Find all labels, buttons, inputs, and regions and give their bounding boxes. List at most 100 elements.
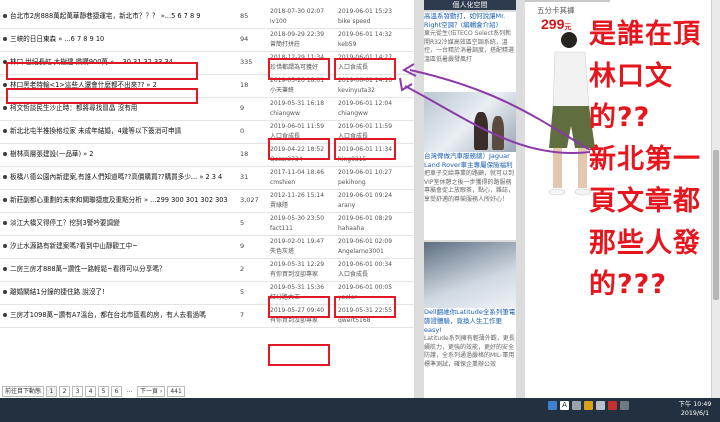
last-reply-author[interactable]: kevinyuta32 <box>338 86 404 96</box>
thread-title[interactable]: 淡江大橋又得停工？挖到3警吟要調變 <box>10 218 232 228</box>
post-author[interactable]: cmshien <box>270 178 334 188</box>
pagination-button[interactable]: 5 <box>98 385 110 397</box>
ad-title-car[interactable]: 台灣俾做汽車服務總）Jaguar Land Rover車主專屬保險福利 <box>424 152 516 170</box>
forum-thread-list: 台北市2房888萬起萬華靜巷捷運宅，新北市？？？ »...5 6 7 8 9 85… <box>0 0 414 398</box>
post-author[interactable]: 小天筆終 <box>270 86 334 96</box>
thread-row[interactable]: 離婚關結1分鐘的捷住路 說沒了! 5 2019-05-31 15:36 紅分路大王 20… <box>0 282 414 305</box>
post-author[interactable]: 珍惜都謂為可獲好 <box>270 63 334 73</box>
thread-title[interactable]: 新北北屯半推換格垃家 未成年結婚，4幾等以下簽消可申請 <box>10 126 232 136</box>
pagination-button[interactable]: 1 <box>46 385 58 397</box>
thread-row[interactable]: 台北市2房888萬起萬華靜巷捷運宅，新北市？？？ »...5 6 7 8 9 85… <box>0 6 414 29</box>
post-author[interactable]: 曾簡打拼莊 <box>270 40 334 50</box>
thread-title[interactable]: 汐止水源路有新建案嗎?看到中山靜觀工中~ <box>10 241 232 251</box>
last-reply-author[interactable]: keb59 <box>338 40 404 50</box>
last-reply-author[interactable]: 入口食成長 <box>338 270 404 280</box>
network-icon[interactable] <box>572 401 581 410</box>
post-author[interactable]: 失色灰塔 <box>270 247 334 257</box>
last-reply-author[interactable]: qwert5168 <box>338 316 404 326</box>
post-author[interactable]: iv100 <box>270 17 334 27</box>
ad-title-laptop[interactable]: Dell翻維你Latitude全系列筆電篩證體驗，竟換人生工作更easy! <box>424 308 516 335</box>
thread-title[interactable]: 台北市2房888萬起萬華靜巷捷運宅，新北市？？？ »...5 6 7 8 9 <box>10 11 232 21</box>
last-reply-author[interactable]: bike speed <box>338 17 404 27</box>
last-reply-author[interactable]: yeeler <box>338 293 404 303</box>
last-reply-info: 2019-06-01 11:34 hing0315 <box>338 145 404 165</box>
post-date: 2018-09-29 22:39 <box>270 31 325 38</box>
thread-row[interactable]: 林口黑老特輸<1>這些人還會什麼都不出來?? » 2 18 2019-05-20 1… <box>0 75 414 98</box>
thread-row[interactable]: 淡江大橋又得停工？挖到3警吟要調變 5 2019-05-30 23:50 fact11… <box>0 213 414 236</box>
post-author[interactable]: 賣綠隱 <box>270 201 334 211</box>
post-info: 2018-12-29 11:34 珍惜都謂為可獲好 <box>270 53 334 73</box>
thread-row[interactable]: 林口 世紀長虹 大樹建 樂購900萬 » ...30 31 32 33 34 33… <box>0 52 414 75</box>
pagination-button[interactable]: 4 <box>85 385 97 397</box>
thread-title[interactable]: 二房三房才888萬~讚性一路輕鬆~看得可以分享嗎？ <box>10 264 232 274</box>
thread-row[interactable]: 新莊副都心重劃的未來和關聯捷度及重點分析 » ...299 300 301 30… <box>0 190 414 213</box>
ad-card-car[interactable]: 台灣俾做汽車服務總）Jaguar Land Rover車主專屬保險福利 把車子交… <box>424 152 516 240</box>
thread-title[interactable]: 林口 世紀長虹 大樹建 樂購900萬 » ...30 31 32 33 34 <box>10 57 232 67</box>
scrollbar-thumb[interactable] <box>713 150 719 300</box>
last-reply-date: 2019-06-01 15:23 <box>338 8 393 15</box>
thread-row[interactable]: 柯文哲談民生沙止時：都將尋找冒晶 沒有用 9 2019-05-31 16:18 chi… <box>0 98 414 121</box>
security-icon[interactable] <box>608 401 617 410</box>
post-author[interactable]: fact111 <box>270 224 334 234</box>
post-date: 2019-05-31 12:29 <box>270 261 325 268</box>
last-reply-date: 2019-06-01 12:04 <box>338 100 393 107</box>
post-author[interactable]: Oscar3734 <box>270 155 334 165</box>
post-author[interactable]: chiangww <box>270 109 334 119</box>
ad-card-aircon[interactable]: 高溫系發動打，如何說讓Mr. Right空調？(編輯會介紹) 東元從生(伍TEC… <box>424 12 516 92</box>
last-reply-author[interactable]: hahaaha <box>338 224 404 234</box>
last-reply-author[interactable]: pekihong <box>338 178 404 188</box>
thread-title[interactable]: 柯文哲談民生沙止時：都將尋找冒晶 沒有用 <box>10 103 232 113</box>
thread-title[interactable]: 樹林高層張建設(一品華) » 2 <box>10 149 232 159</box>
last-reply-info: 2019-06-01 08:29 hahaaha <box>338 214 404 234</box>
ad-image-car[interactable] <box>424 92 516 152</box>
pagination-button[interactable]: 2 <box>59 385 71 397</box>
thread-title[interactable]: 三房才1098萬~讚有A7溫台，都在台北市區看的房，有人去看過嗎 <box>10 310 232 320</box>
post-author[interactable]: 有你買到沒卻專家 <box>270 270 334 280</box>
ad-card-laptop[interactable]: Dell翻維你Latitude全系列筆電篩證體驗，竟換人生工作更easy! La… <box>424 308 516 398</box>
pagination-button[interactable]: 3 <box>72 385 84 397</box>
highlight-box <box>268 344 330 366</box>
thread-title[interactable]: 新莊副都心重劃的未來和關聯捷度及重點分析 » ...299 300 301 30… <box>10 195 232 205</box>
reply-count: 3,027 <box>240 196 259 204</box>
last-reply-author[interactable]: Angelarno3001 <box>338 247 404 257</box>
post-date: 2019-05-31 16:18 <box>270 100 325 107</box>
thread-row[interactable]: 樹林高層張建設(一品華) » 2 18 2019-04-22 18:52 Oscar3… <box>0 144 414 167</box>
thread-row[interactable]: 新北北屯半推換格垃家 未成年結婚，4幾等以下簽消可申請 0 2019-06-01 1… <box>0 121 414 144</box>
thread-row[interactable]: 二房三房才888萬~讚性一路輕鬆~看得可以分享嗎？ 2 2019-05-31 12:… <box>0 259 414 282</box>
thread-row[interactable]: 板橋八德公園內新建案,有誰人們知道嗎??高價購買??購買多少... » 2 3 … <box>0 167 414 190</box>
post-author[interactable]: 入口食成長 <box>270 132 334 142</box>
ad-image-laptop[interactable] <box>424 242 516 308</box>
post-date: 2017-11-04 18:46 <box>270 169 325 176</box>
thread-title[interactable]: 林口黑老特輸<1>這些人還會什麼都不出來?? » 2 <box>10 80 232 90</box>
reply-count: 94 <box>240 35 249 43</box>
pagination-button[interactable]: 6 <box>111 385 123 397</box>
taskbar-clock[interactable]: 下午 10:49 2019/6/1 <box>672 400 718 418</box>
ad-body-laptop: Latitude系列擁有輕薄外觀，更長續航力，更強的效能，更好的安全防護，全系列… <box>424 335 515 368</box>
last-reply-info: 2019-06-01 10:27 pekihong <box>338 168 404 188</box>
last-reply-author[interactable]: chiangww <box>338 109 404 119</box>
input-method-icon[interactable]: A <box>560 401 569 410</box>
thread-title[interactable]: 板橋八德公園內新建案,有誰人們知道嗎??高價購買??購買多少... » 2 3 … <box>10 172 232 182</box>
ad-title-aircon[interactable]: 高溫系發動打，如何說讓Mr. Right空調？(編輯會介紹) <box>424 12 516 30</box>
notification-icon[interactable] <box>620 401 629 410</box>
last-reply-author[interactable]: hing0315 <box>338 155 404 165</box>
app-tray-icon[interactable] <box>548 401 557 410</box>
pagination-button[interactable]: 下一頁 › <box>137 385 166 397</box>
thread-title[interactable]: 三峽的日日東森 » ...6 7 8 9 10 <box>10 34 232 44</box>
battery-icon[interactable] <box>584 401 593 410</box>
post-author[interactable]: 有你買到沒卻專家 <box>270 316 334 326</box>
last-reply-author[interactable]: 入口食成長 <box>338 63 404 73</box>
last-reply-info: 2019-06-01 14:27 入口食成長 <box>338 53 404 73</box>
last-reply-author[interactable]: 入口食成長 <box>338 132 404 142</box>
thread-row[interactable]: 三峽的日日東森 » ...6 7 8 9 10 94 2018-09-29 22:3… <box>0 29 414 52</box>
pagination-button[interactable]: 前往目下動態 <box>2 385 45 397</box>
bullet-icon <box>3 244 7 248</box>
thread-title[interactable]: 離婚關結1分鐘的捷住路 說沒了! <box>10 287 232 297</box>
last-reply-author[interactable]: arany <box>338 201 404 211</box>
thread-row[interactable]: 汐止水源路有新建案嗎?看到中山靜觀工中~ 9 2019-02-01 19:47 失色灰… <box>0 236 414 259</box>
thread-row[interactable]: 三房才1098萬~讚有A7溫台，都在台北市區看的房，有人去看過嗎 7 2019-05… <box>0 305 414 328</box>
post-author[interactable]: 紅分路大王 <box>270 293 334 303</box>
pagination-button[interactable]: 441 <box>167 385 185 397</box>
volume-icon[interactable] <box>596 401 605 410</box>
reply-count: 31 <box>240 173 249 181</box>
